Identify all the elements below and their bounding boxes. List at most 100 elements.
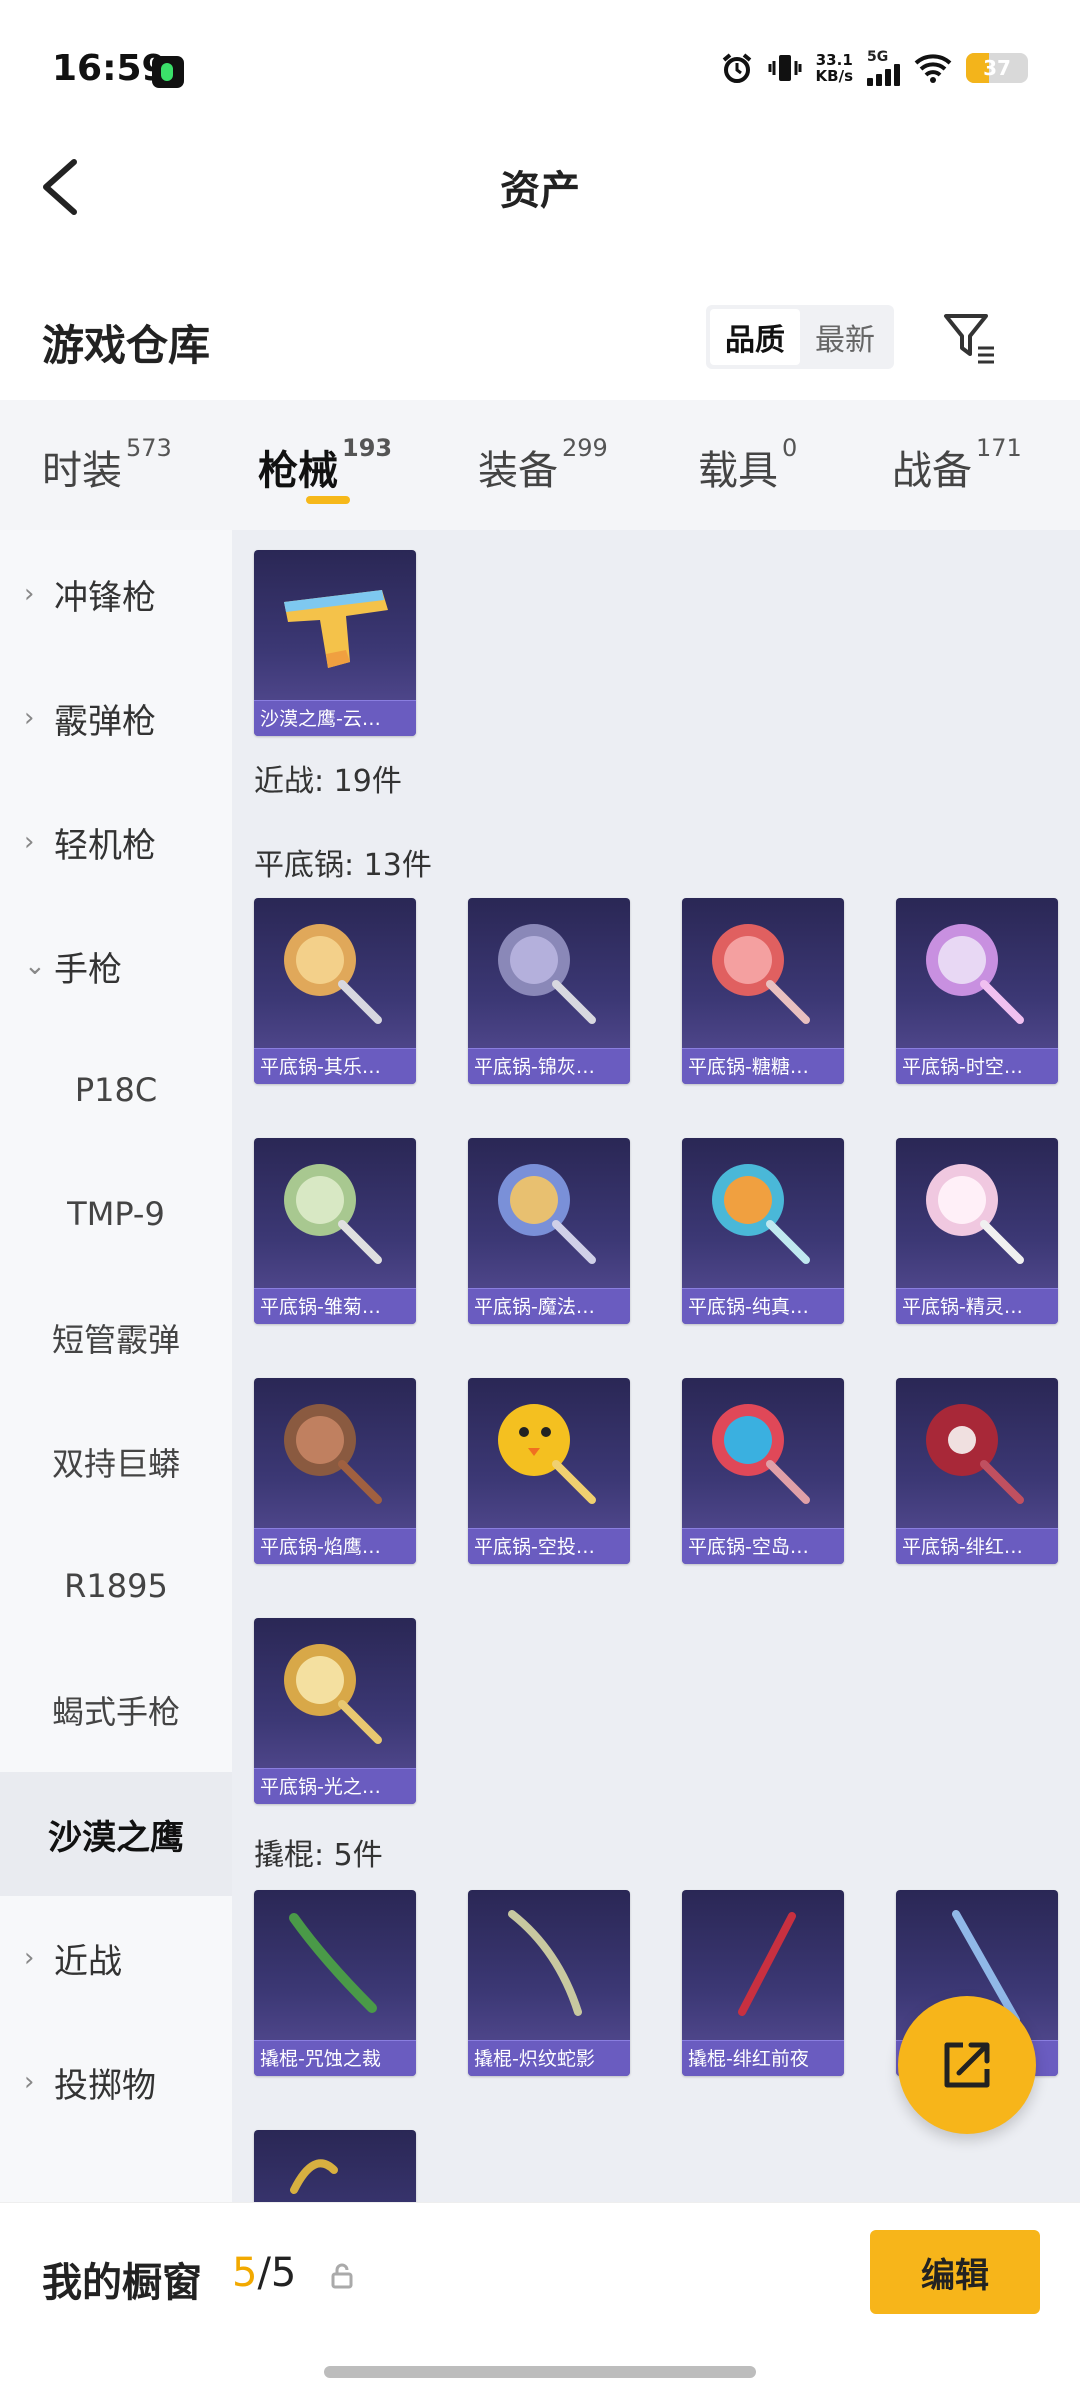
chevron-right-icon: › bbox=[24, 1943, 35, 1973]
status-time: 16:59 bbox=[52, 48, 167, 89]
frying-pan-icon bbox=[926, 1404, 1024, 1504]
item-caption: 平底锅-糖糖… bbox=[682, 1048, 844, 1084]
frying-pan-icon bbox=[926, 1164, 1024, 1264]
crowbar-icon bbox=[289, 1913, 377, 2013]
sidebar-item-shotgun[interactable]: › 霰弹枪 bbox=[0, 656, 232, 780]
frying-pan-icon bbox=[284, 1164, 382, 1264]
alarm-icon bbox=[722, 53, 751, 83]
chevron-right-icon: › bbox=[24, 579, 35, 609]
item-card-crowbar[interactable]: 撬棍-绯红前夜 bbox=[682, 1890, 844, 2076]
crowbar-icon bbox=[290, 2159, 338, 2194]
filter-icon[interactable] bbox=[940, 310, 1000, 366]
item-caption: 沙漠之鹰-云… bbox=[254, 700, 416, 736]
item-caption: 平底锅-时空… bbox=[896, 1048, 1058, 1084]
item-card-pan[interactable]: 平底锅-雏菊… bbox=[254, 1138, 416, 1324]
share-external-icon bbox=[944, 2042, 990, 2088]
item-card-desert-eagle[interactable]: 沙漠之鹰-云… bbox=[254, 550, 416, 736]
sort-newest-button[interactable]: 最新 bbox=[800, 309, 890, 365]
sort-quality-button[interactable]: 品质 bbox=[710, 309, 800, 365]
item-card-pan[interactable]: 平底锅-时空… bbox=[896, 898, 1058, 1084]
net-type: 5G bbox=[867, 49, 889, 65]
frying-pan-icon bbox=[712, 1404, 810, 1504]
sidebar-item-r1895[interactable]: R1895 bbox=[0, 1524, 232, 1648]
item-caption: 平底锅-精灵… bbox=[896, 1288, 1058, 1324]
frying-pan-icon bbox=[498, 924, 596, 1024]
crowbar-icon bbox=[738, 1912, 796, 2016]
chevron-right-icon: › bbox=[24, 703, 35, 733]
weapon-category-sidebar: › 冲锋枪 › 霰弹枪 › 轻机枪 ⌄ 手枪 P18C TMP-9 短管霰弹 双持巨蟒 … bbox=[0, 530, 232, 2202]
item-caption: 平底锅-锦灰… bbox=[468, 1048, 630, 1084]
item-card-pan[interactable]: 平底锅-精灵… bbox=[896, 1138, 1058, 1324]
pan-section-header: 平底锅: 13件 bbox=[254, 848, 432, 883]
home-indicator[interactable] bbox=[324, 2366, 756, 2378]
chevron-right-icon: › bbox=[24, 827, 35, 857]
item-caption: 平底锅-绯红… bbox=[896, 1528, 1058, 1564]
sidebar-item-desert-eagle[interactable]: 沙漠之鹰 bbox=[0, 1772, 232, 1896]
item-card-pan[interactable]: 平底锅-光之… bbox=[254, 1618, 416, 1804]
frying-pan-icon bbox=[284, 1644, 382, 1744]
item-caption: 平底锅-光之… bbox=[254, 1768, 416, 1804]
item-card-pan[interactable]: 平底锅-糖糖… bbox=[682, 898, 844, 1084]
tab-firearms[interactable]: 枪械 193 bbox=[258, 434, 392, 496]
pistol-skin-icon bbox=[284, 590, 388, 668]
sidebar-item-dual-python[interactable]: 双持巨蟒 bbox=[0, 1400, 232, 1524]
showcase-count: 5/5 bbox=[232, 2250, 297, 2296]
item-caption: 撬棍-绯红前夜 bbox=[682, 2040, 844, 2076]
category-tabs: 时装 573 枪械 193 装备 299 载具 0 战备 171 bbox=[0, 400, 1080, 530]
melee-section-header: 近战: 19件 bbox=[254, 764, 402, 799]
frying-pan-icon bbox=[284, 1404, 382, 1504]
item-caption: 平底锅-空岛… bbox=[682, 1528, 844, 1564]
warehouse-title: 游戏仓库 bbox=[42, 321, 211, 370]
showcase-label: 我的橱窗 bbox=[42, 2260, 202, 2306]
tab-equipment[interactable]: 装备 299 bbox=[478, 434, 608, 496]
item-caption: 平底锅-其乐… bbox=[254, 1048, 416, 1084]
app-notification-icon bbox=[152, 56, 184, 88]
item-card-crowbar[interactable] bbox=[254, 2130, 416, 2202]
item-card-crowbar[interactable]: 撬棍-炽纹蛇影 bbox=[468, 1890, 630, 2076]
sidebar-item-lmg[interactable]: › 轻机枪 bbox=[0, 780, 232, 904]
sidebar-item-pistol[interactable]: ⌄ 手枪 bbox=[0, 904, 232, 1028]
sort-toggle[interactable]: 品质 最新 bbox=[706, 305, 894, 369]
tab-active-indicator bbox=[306, 496, 350, 504]
item-card-pan[interactable]: 平底锅-魔法… bbox=[468, 1138, 630, 1324]
chevron-down-icon: ⌄ bbox=[24, 951, 46, 981]
item-caption: 撬棍-炽纹蛇影 bbox=[468, 2040, 630, 2076]
tab-fashion[interactable]: 时装 573 bbox=[42, 434, 172, 496]
wifi-icon bbox=[914, 54, 952, 83]
frying-pan-icon bbox=[926, 924, 1024, 1024]
edit-button[interactable]: 编辑 bbox=[870, 2230, 1040, 2314]
item-card-pan[interactable]: 平底锅-其乐… bbox=[254, 898, 416, 1084]
battery-icon: 37 bbox=[966, 53, 1028, 83]
frying-pan-icon bbox=[284, 924, 382, 1024]
share-button[interactable] bbox=[898, 1996, 1036, 2134]
item-caption: 撬棍-咒蚀之裁 bbox=[254, 2040, 416, 2076]
item-caption: 平底锅-焰鹰… bbox=[254, 1528, 416, 1564]
sidebar-item-p18c[interactable]: P18C bbox=[0, 1028, 232, 1152]
sidebar-item-sawed-off[interactable]: 短管霰弹 bbox=[0, 1276, 232, 1400]
status-icons: 33.1 KB/s 5G 37 bbox=[720, 46, 1028, 90]
item-card-pan[interactable]: 平底锅-锦灰… bbox=[468, 898, 630, 1084]
sidebar-item-throwables[interactable]: › 投掷物 bbox=[0, 2020, 232, 2144]
sidebar-item-melee[interactable]: › 近战 bbox=[0, 1896, 232, 2020]
frying-pan-icon bbox=[498, 1404, 596, 1504]
page-title: 资产 bbox=[500, 168, 580, 214]
item-card-pan[interactable]: 平底锅-纯真… bbox=[682, 1138, 844, 1324]
item-caption: 平底锅-纯真… bbox=[682, 1288, 844, 1324]
tab-vehicles[interactable]: 载具 0 bbox=[698, 434, 797, 496]
sidebar-item-smg[interactable]: › 冲锋枪 bbox=[0, 532, 232, 656]
item-card-pan[interactable]: 平底锅-焰鹰… bbox=[254, 1378, 416, 1564]
item-card-pan[interactable]: 平底锅-空投… bbox=[468, 1378, 630, 1564]
item-caption: 平底锅-空投… bbox=[468, 1528, 630, 1564]
crowbar-icon bbox=[508, 1910, 582, 2016]
sidebar-item-tmp9[interactable]: TMP-9 bbox=[0, 1152, 232, 1276]
sidebar-item-skorpion[interactable]: 蝎式手枪 bbox=[0, 1648, 232, 1772]
item-card-pan[interactable]: 平底锅-绯红… bbox=[896, 1378, 1058, 1564]
signal-icon bbox=[867, 64, 900, 86]
frying-pan-icon bbox=[712, 1164, 810, 1264]
item-card-pan[interactable]: 平底锅-空岛… bbox=[682, 1378, 844, 1564]
frying-pan-icon bbox=[712, 924, 810, 1024]
tab-battle-prep[interactable]: 战备 171 bbox=[892, 434, 1022, 496]
item-card-crowbar[interactable]: 撬棍-咒蚀之裁 bbox=[254, 1890, 416, 2076]
lock-icon bbox=[331, 2263, 353, 2289]
chevron-right-icon: › bbox=[24, 2067, 35, 2097]
